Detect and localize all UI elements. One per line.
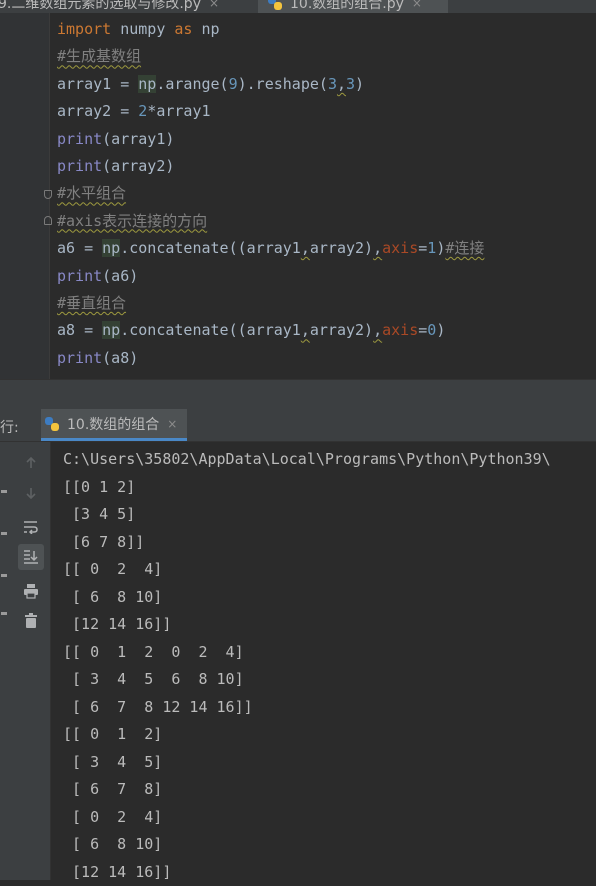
line-number: 6 xyxy=(0,107,4,120)
line-number-gutter: 6 6 6 6 6 6 7 8 9 0 1 2 3 xyxy=(0,13,50,379)
close-icon[interactable]: × xyxy=(412,0,422,10)
code-line: #生成基数组 xyxy=(57,43,484,70)
stop-icon[interactable] xyxy=(1,532,7,535)
line-number: 2 xyxy=(0,326,4,339)
code-line: array1 = np.arange(9).reshape(3,3) xyxy=(57,71,484,98)
panel-splitter[interactable] xyxy=(0,379,596,410)
console-line: [[0 1 2] xyxy=(63,474,551,502)
console-line: [[ 0 2 4] xyxy=(63,556,551,584)
close-icon[interactable]: × xyxy=(209,0,219,10)
line-number: 7 xyxy=(0,189,4,202)
arrow-down-icon[interactable] xyxy=(18,480,44,506)
console-line: [ 3 4 5] xyxy=(63,749,551,777)
code-line: #水平组合 xyxy=(57,180,484,207)
console-line: [ 0 2 4] xyxy=(63,804,551,832)
code-line: #垂直组合 xyxy=(57,290,484,317)
console-line: [ 3 4 5 6 8 10] xyxy=(63,666,551,694)
code-line: a6 = np.concatenate((array1,array2),axis… xyxy=(57,235,484,262)
console-line: [6 7 8]] xyxy=(63,529,551,557)
code-line: #axis表示连接的方向 xyxy=(57,208,484,235)
fold-marker-icon[interactable] xyxy=(44,190,52,199)
code-line: array2 = 2*array1 xyxy=(57,98,484,125)
console-line: [[ 0 1 2] xyxy=(63,721,551,749)
scroll-to-end-icon[interactable] xyxy=(18,544,44,570)
run-panel-header: 行: 10.数组的组合 × xyxy=(0,409,596,442)
code-editor[interactable]: 6 6 6 6 6 6 7 8 9 0 1 2 3 import numpy a… xyxy=(0,13,596,379)
side-tool-strip xyxy=(0,442,10,880)
console-line: [12 14 16]] xyxy=(63,859,551,886)
console-line: [ 6 8 10] xyxy=(63,584,551,612)
console-line: [12 14 16]] xyxy=(63,611,551,639)
line-number: 6 xyxy=(0,52,4,65)
python-file-icon xyxy=(45,417,59,431)
console-line: [[ 0 1 2 0 2 4] xyxy=(63,639,551,667)
code-line: print(a8) xyxy=(57,345,484,372)
console-line: C:\Users\35802\AppData\Local\Programs\Py… xyxy=(63,446,551,474)
console-line: [3 4 5] xyxy=(63,501,551,529)
trash-icon[interactable] xyxy=(18,608,44,634)
rerun-icon[interactable] xyxy=(1,490,7,493)
code-line: print(array1) xyxy=(57,126,484,153)
code-line: print(a6) xyxy=(57,263,484,290)
tab-label: 9.二维数组元素的选取与修改.py xyxy=(0,0,201,13)
settings-icon[interactable] xyxy=(1,574,7,577)
console-line: [ 6 8 10] xyxy=(63,831,551,859)
soft-wrap-icon[interactable] xyxy=(18,514,44,540)
run-toolbar xyxy=(10,442,51,880)
tab-label: 10.数组的组合.py xyxy=(290,0,404,13)
console-line: [ 6 7 8] xyxy=(63,776,551,804)
line-number: 8 xyxy=(0,217,4,230)
editor-tab-bar: 9.二维数组元素的选取与修改.py × 10.数组的组合.py × xyxy=(0,0,596,13)
close-icon[interactable]: × xyxy=(167,417,177,431)
arrow-up-icon[interactable] xyxy=(18,450,44,476)
run-label: 行: xyxy=(0,417,19,437)
run-tab-label: 10.数组的组合 xyxy=(67,414,159,434)
console-line: [ 6 7 8 12 14 16]] xyxy=(63,694,551,722)
code-lines: import numpy as np #生成基数组 array1 = np.ar… xyxy=(57,16,484,372)
console-output[interactable]: C:\Users\35802\AppData\Local\Programs\Py… xyxy=(63,446,551,886)
fold-marker-icon[interactable] xyxy=(44,216,52,225)
print-icon[interactable] xyxy=(18,578,44,604)
tab-array-selection[interactable]: 9.二维数组元素的选取与修改.py × xyxy=(0,0,219,13)
run-tab[interactable]: 10.数组的组合 × xyxy=(41,409,187,441)
python-file-icon xyxy=(268,0,282,10)
code-line: a8 = np.concatenate((array1,array2),axis… xyxy=(57,317,484,344)
line-number: 0 xyxy=(0,272,4,285)
line-number: 1 xyxy=(0,299,4,312)
line-number: 6 xyxy=(0,80,4,93)
line-number: 9 xyxy=(0,244,4,257)
code-line: import numpy as np xyxy=(57,16,484,43)
line-number: 3 xyxy=(0,354,4,367)
pin-icon[interactable] xyxy=(1,612,7,615)
line-number: 6 xyxy=(0,135,4,148)
code-line: print(array2) xyxy=(57,153,484,180)
line-number: 6 xyxy=(0,162,4,175)
tab-array-combination[interactable]: 10.数组的组合.py × xyxy=(258,0,448,13)
line-number: 6 xyxy=(0,25,4,38)
